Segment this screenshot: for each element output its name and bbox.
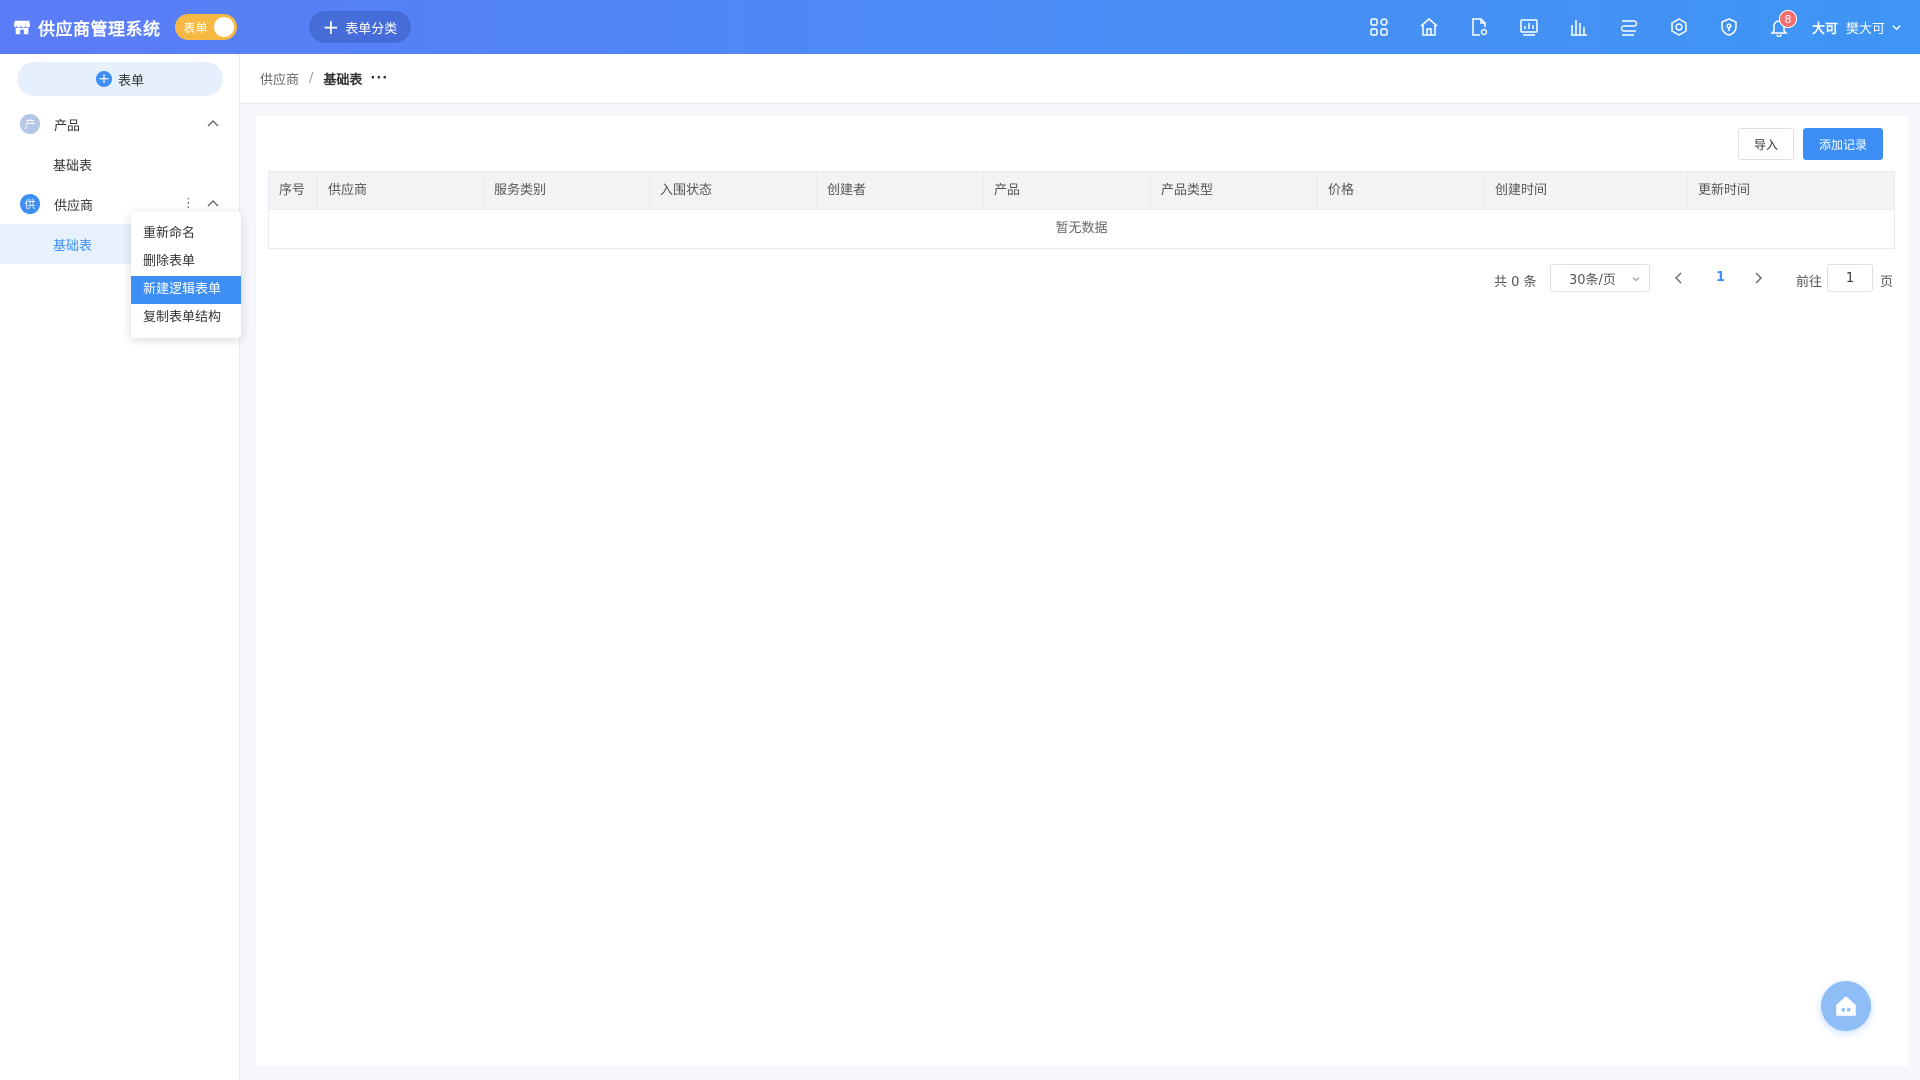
nav-home[interactable] <box>1404 0 1454 54</box>
menu-item-new-logic-form[interactable]: 新建逻辑表单 <box>131 276 241 304</box>
content-card: 导入 添加记录 序号 供应商 服务类别 入围状态 创建者 产品 产品类型 价格 … <box>256 116 1908 1066</box>
pagination: 共 0 条 30条/页 1 前往 页 <box>256 264 1908 294</box>
add-record-button[interactable]: 添加记录 <box>1803 128 1883 160</box>
column-header[interactable]: 价格 <box>1318 172 1485 210</box>
more-vertical-icon[interactable]: ⋮ <box>182 196 195 211</box>
page-suffix-label: 页 <box>1880 275 1894 290</box>
file-settings-icon <box>1472 18 1488 36</box>
brand[interactable]: 供应商管理系统 <box>12 15 161 40</box>
empty-state: 暂无数据 <box>1055 221 1108 236</box>
column-header[interactable]: 序号 <box>269 172 318 210</box>
add-form-label: 表单 <box>117 73 144 89</box>
nav-analytics[interactable] <box>1554 0 1604 54</box>
user-name: 樊大可 <box>1845 21 1885 37</box>
sidebar-group-label: 供应商 <box>54 198 94 214</box>
column-header[interactable]: 入围状态 <box>650 172 817 210</box>
mode-toggle-label: 表单 <box>183 20 208 35</box>
form-category-label: 表单分类 <box>345 21 398 37</box>
menu-item-delete-form[interactable]: 删除表单 <box>131 248 241 276</box>
column-header[interactable]: 创建时间 <box>1485 172 1688 210</box>
group-badge-product: 产 <box>20 114 40 134</box>
sidebar-item-label: 基础表 <box>53 158 93 174</box>
bar-chart-icon <box>1570 20 1587 36</box>
import-button[interactable]: 导入 <box>1738 128 1794 160</box>
toggle-knob <box>213 17 234 37</box>
hub-icon <box>1671 18 1687 36</box>
chevron-down-icon <box>1892 24 1901 30</box>
total-count: 共 0 条 <box>1494 275 1537 290</box>
sidebar-group-label: 产品 <box>54 118 81 134</box>
data-table: 序号 供应商 服务类别 入围状态 创建者 产品 产品类型 价格 创建时间 更新时… <box>268 171 1895 249</box>
plus-circle-icon: + <box>95 71 112 87</box>
chevron-down-icon <box>1632 277 1640 282</box>
home-icon <box>1420 18 1438 36</box>
menu-item-copy-structure[interactable]: 复制表单结构 <box>131 304 241 332</box>
chevron-right-icon[interactable] <box>1751 271 1765 285</box>
dashboard-icon <box>1520 19 1538 36</box>
apps-icon <box>1370 18 1388 36</box>
nav-security[interactable] <box>1704 0 1754 54</box>
store-icon <box>12 17 32 37</box>
context-menu: 重新命名 删除表单 新建逻辑表单 复制表单结构 <box>131 212 241 338</box>
nav-notifications[interactable]: 8 <box>1754 0 1804 54</box>
form-category-button[interactable]: + 表单分类 <box>308 11 412 43</box>
nav-file-settings[interactable] <box>1454 0 1504 54</box>
column-header[interactable]: 创建者 <box>817 172 984 210</box>
workflow-icon <box>1620 20 1638 36</box>
goto-page-input[interactable] <box>1827 264 1873 292</box>
nav-apps[interactable] <box>1354 0 1404 54</box>
sidebar-item-label: 基础表 <box>53 238 93 254</box>
page-title: 基础表 <box>323 73 363 88</box>
column-header[interactable]: 更新时间 <box>1688 172 1894 210</box>
page-size-value: 30条/页 <box>1569 272 1616 288</box>
sidebar: + 表单 产 产品 基础表 供 供应商 ⋮ 基础表 <box>0 54 240 1080</box>
group-badge-supplier: 供 <box>20 194 40 214</box>
breadcrumb: 供应商 / 基础表 ··· <box>240 54 1920 104</box>
chevron-up-icon[interactable] <box>206 197 220 211</box>
mode-toggle[interactable]: 表单 <box>174 14 237 40</box>
page-size-select[interactable]: 30条/页 <box>1550 264 1650 292</box>
shield-icon <box>1721 18 1737 36</box>
breadcrumb-parent[interactable]: 供应商 <box>260 69 299 88</box>
goto-label: 前往 <box>1796 275 1823 290</box>
chevron-up-icon[interactable] <box>206 117 220 131</box>
column-header[interactable]: 产品类型 <box>1151 172 1318 210</box>
avatar: 大可 <box>1811 21 1838 37</box>
page-number-current[interactable]: 1 <box>1716 270 1725 285</box>
sidebar-group-product[interactable]: 产 产品 <box>0 104 240 144</box>
table-header: 序号 供应商 服务类别 入围状态 创建者 产品 产品类型 价格 创建时间 更新时… <box>269 172 1894 210</box>
plus-icon: + <box>322 15 340 39</box>
column-header[interactable]: 供应商 <box>318 172 484 210</box>
more-horizontal-icon[interactable]: ··· <box>370 71 388 86</box>
top-nav: 8 大可 樊大可 <box>1354 0 1920 54</box>
menu-item-rename[interactable]: 重新命名 <box>131 220 241 248</box>
nav-workflow[interactable] <box>1604 0 1654 54</box>
breadcrumb-separator: / <box>309 71 314 86</box>
home-icon <box>1836 996 1856 1016</box>
top-bar: 供应商管理系统 表单 + 表单分类 8 大可 樊大可 <box>0 0 1920 54</box>
app-title: 供应商管理系统 <box>38 19 161 40</box>
sidebar-item-product-base[interactable]: 基础表 <box>0 144 240 184</box>
chevron-left-icon[interactable] <box>1672 271 1686 285</box>
nav-integration[interactable] <box>1654 0 1704 54</box>
column-header[interactable]: 产品 <box>984 172 1151 210</box>
nav-dashboard[interactable] <box>1504 0 1554 54</box>
notification-badge: 8 <box>1778 10 1797 28</box>
column-header[interactable]: 服务类别 <box>484 172 650 210</box>
user-menu[interactable]: 大可 樊大可 <box>1812 18 1902 37</box>
floating-home-button[interactable] <box>1821 981 1871 1031</box>
add-form-button[interactable]: + 表单 <box>17 62 223 96</box>
